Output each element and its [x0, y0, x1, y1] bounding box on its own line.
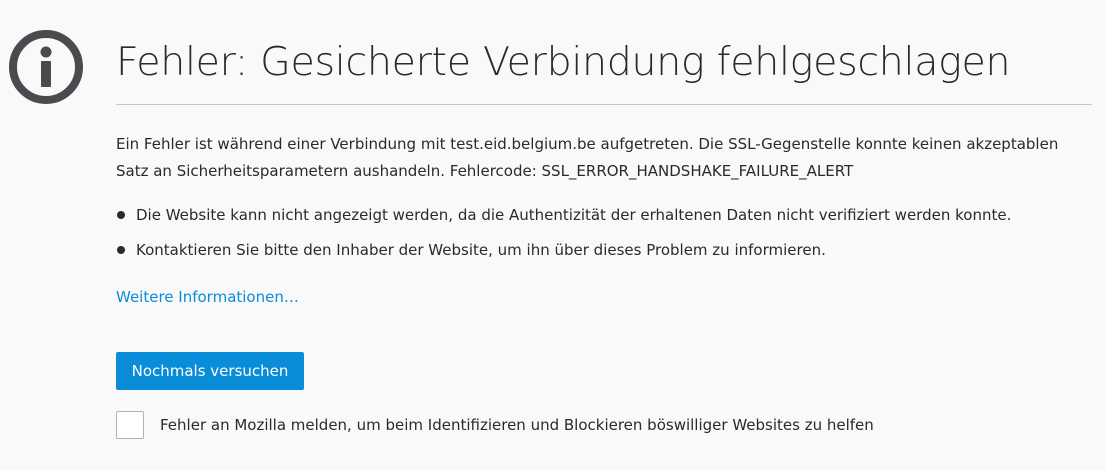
list-item-text: Kontaktieren Sie bitte den Inhaber der W… [136, 241, 826, 259]
list-item-text: Die Website kann nicht angezeigt werden,… [136, 206, 1012, 224]
report-error-checkbox-label[interactable]: Fehler an Mozilla melden, um beim Identi… [160, 412, 874, 438]
list-item: Die Website kann nicht angezeigt werden,… [116, 202, 1011, 237]
title-divider [116, 104, 1092, 105]
list-item: Kontaktieren Sie bitte den Inhaber der W… [116, 237, 1011, 272]
report-error-checkbox[interactable] [116, 411, 144, 439]
info-icon [9, 30, 83, 104]
error-reasons-list: Die Website kann nicht angezeigt werden,… [116, 202, 1011, 272]
bullet-icon [117, 211, 125, 219]
bullet-icon [117, 246, 125, 254]
learn-more-link[interactable]: Weitere Informationen… [116, 284, 299, 310]
error-description: Ein Fehler ist während einer Verbindung … [116, 135, 1059, 180]
retry-button[interactable]: Nochmals versuchen [116, 352, 304, 390]
page-title: Fehler: Gesicherte Verbindung fehlgeschl… [116, 39, 1011, 85]
